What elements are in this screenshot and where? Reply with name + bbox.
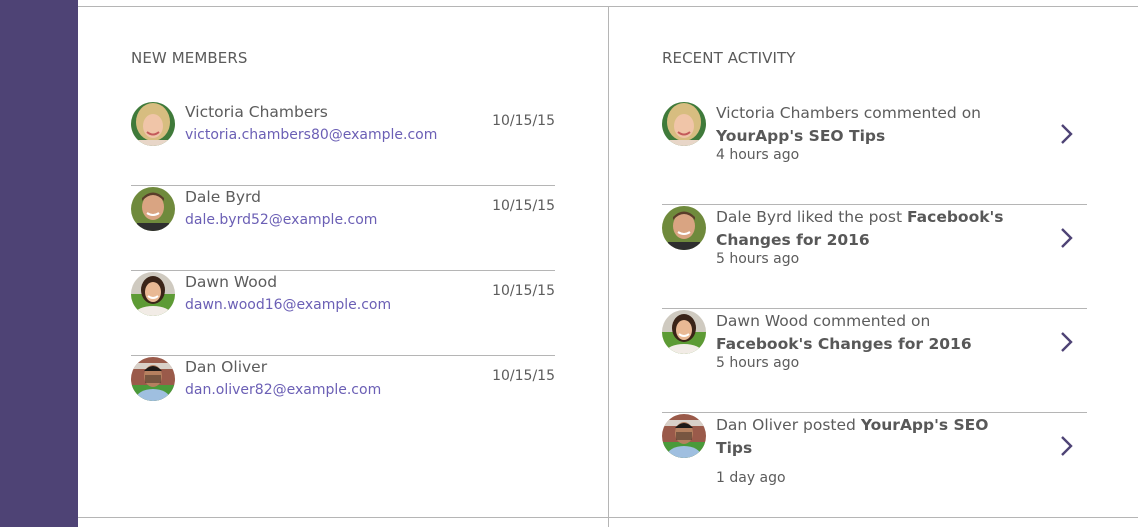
dashboard-main: NEW MEMBERS Victoria Chambers victoria.c… [78, 0, 1138, 527]
activity-actor: Dale Byrd [716, 208, 792, 226]
member-join-date: 10/15/15 [492, 113, 555, 129]
chevron-right-icon[interactable] [1059, 331, 1075, 353]
member-name: Dan Oliver [185, 358, 268, 376]
activity-action: commented on [858, 104, 982, 122]
member-name: Victoria Chambers [185, 103, 328, 121]
activity-action: liked the post [791, 208, 907, 226]
sidebar [0, 0, 78, 527]
activity-time: 5 hours ago [716, 251, 800, 267]
activity-description: Dan Oliver posted YourApp's SEO Tips [716, 414, 1026, 459]
member-join-date: 10/15/15 [492, 368, 555, 384]
avatar-dawn[interactable] [131, 272, 175, 316]
avatar-dale [662, 206, 706, 250]
panel-divider [608, 6, 609, 527]
member-item: Victoria Chambers victoria.chambers80@ex… [131, 101, 555, 186]
member-join-date: 10/15/15 [492, 198, 555, 214]
new-members-list: Victoria Chambers victoria.chambers80@ex… [131, 101, 555, 441]
chevron-right-icon[interactable] [1059, 435, 1075, 457]
activity-time: 1 day ago [716, 470, 786, 486]
activity-item[interactable]: Victoria Chambers commented on YourApp's… [662, 101, 1087, 205]
activity-target: YourApp's SEO Tips [716, 126, 886, 145]
activity-actor: Dan Oliver [716, 416, 799, 434]
activity-actor: Dawn Wood [716, 312, 809, 330]
member-item: Dale Byrd dale.byrd52@example.com 10/15/… [131, 186, 555, 271]
recent-activity-list: Victoria Chambers commented on YourApp's… [662, 101, 1087, 517]
avatar-victoria[interactable] [131, 102, 175, 146]
chevron-right-icon[interactable] [1059, 227, 1075, 249]
activity-actor: Victoria Chambers [716, 104, 859, 122]
member-item: Dan Oliver dan.oliver82@example.com 10/1… [131, 356, 555, 441]
activity-time: 5 hours ago [716, 355, 800, 371]
new-members-title: NEW MEMBERS [131, 49, 248, 67]
activity-item[interactable]: Dawn Wood commented on Facebook's Change… [662, 309, 1087, 413]
member-email-link[interactable]: victoria.chambers80@example.com [185, 127, 437, 143]
bottom-divider [78, 517, 1138, 518]
member-email-link[interactable]: dan.oliver82@example.com [185, 382, 381, 398]
member-join-date: 10/15/15 [492, 283, 555, 299]
recent-activity-title: RECENT ACTIVITY [662, 49, 796, 67]
member-item: Dawn Wood dawn.wood16@example.com 10/15/… [131, 271, 555, 356]
member-email-link[interactable]: dale.byrd52@example.com [185, 212, 377, 228]
avatar-dawn [662, 310, 706, 354]
avatar-dan [662, 414, 706, 458]
activity-item[interactable]: Dale Byrd liked the post Facebook's Chan… [662, 205, 1087, 309]
activity-description: Dale Byrd liked the post Facebook's Chan… [716, 206, 1026, 251]
chevron-right-icon[interactable] [1059, 123, 1075, 145]
avatar-dale[interactable] [131, 187, 175, 231]
activity-description: Dawn Wood commented on Facebook's Change… [716, 310, 1026, 355]
activity-description: Victoria Chambers commented on YourApp's… [716, 102, 1026, 147]
member-name: Dale Byrd [185, 188, 261, 206]
activity-target: Facebook's Changes for 2016 [716, 334, 972, 353]
activity-time: 4 hours ago [716, 147, 800, 163]
activity-action: posted [798, 416, 861, 434]
avatar-dan[interactable] [131, 357, 175, 401]
member-email-link[interactable]: dawn.wood16@example.com [185, 297, 391, 313]
member-name: Dawn Wood [185, 273, 278, 291]
avatar-victoria [662, 102, 706, 146]
activity-item[interactable]: Dan Oliver posted YourApp's SEO Tips 1 d… [662, 413, 1087, 517]
activity-action: commented on [808, 312, 931, 330]
